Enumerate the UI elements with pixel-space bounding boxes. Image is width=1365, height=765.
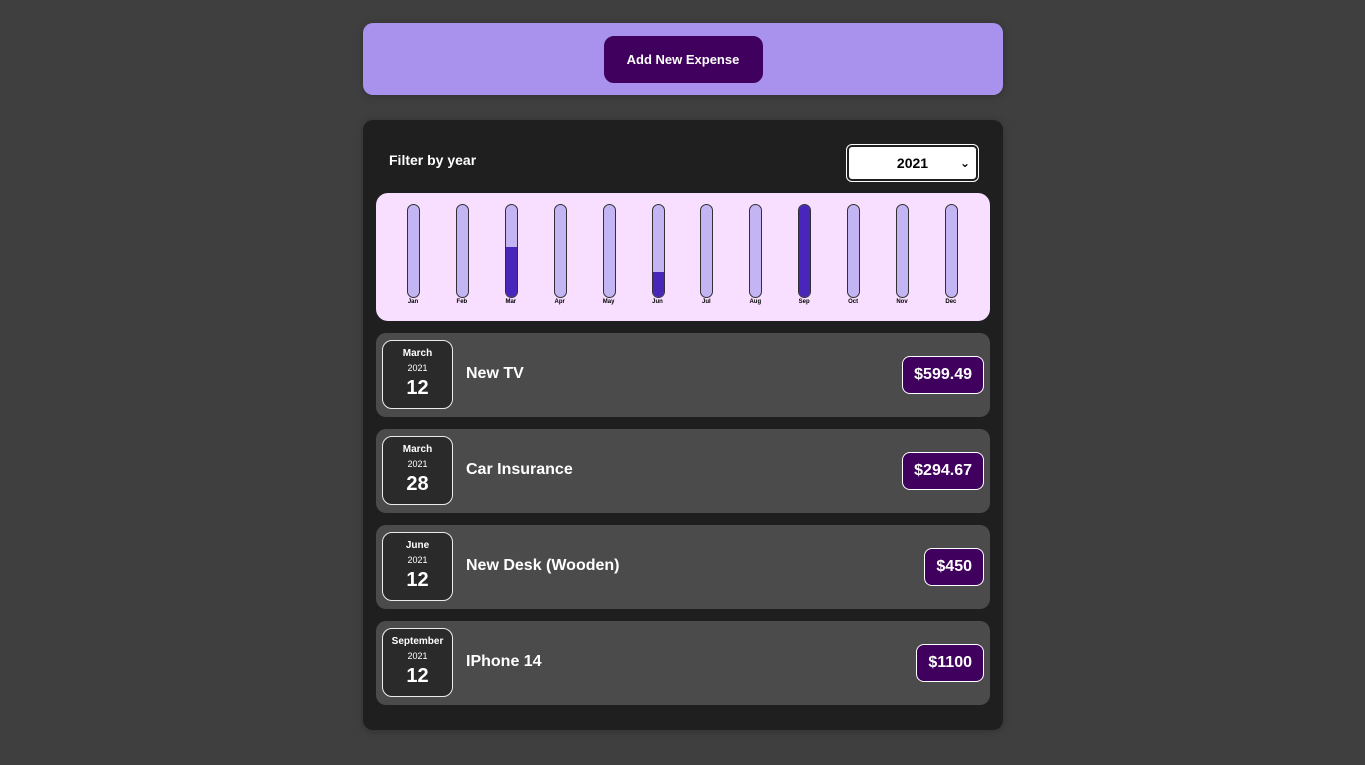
expense-date: September 2021 12: [382, 628, 453, 697]
chart-bar-may: May: [594, 204, 624, 312]
expense-price: $599.49: [902, 356, 984, 394]
expense-date-year: 2021: [407, 459, 428, 469]
chart-bar-nov: Nov: [887, 204, 917, 312]
chart-bar-label: Nov: [896, 299, 908, 305]
add-new-expense-button[interactable]: Add New Expense: [603, 35, 763, 83]
expense-item: March 2021 12 New TV $599.49: [376, 333, 990, 417]
chart-bar-track: [798, 204, 812, 298]
expense-title: IPhone 14: [466, 653, 542, 670]
chart-bar-label: Apr: [554, 299, 565, 305]
chart-bar-label: Feb: [456, 299, 468, 305]
expense-date-day: 12: [406, 665, 429, 687]
expense-date: March 2021 12: [382, 340, 453, 409]
chart-bar-track: [651, 204, 665, 298]
expense-date-day: 12: [406, 569, 429, 591]
chart-bar-mar: Mar: [496, 204, 526, 312]
expense-title: New Desk (Wooden): [466, 557, 620, 574]
expense-item: March 2021 28 Car Insurance $294.67: [376, 429, 990, 513]
chart-bar-track: [700, 204, 714, 298]
chart-bar-track: [602, 204, 616, 298]
expense-date: March 2021 28: [382, 436, 453, 505]
chevron-down-icon: ⌄: [959, 156, 970, 170]
chart-bar-label: Jan: [407, 299, 419, 305]
chart-bar-fill: [505, 247, 517, 297]
chart-bar-oct: Oct: [838, 204, 868, 312]
expense-date-day: 12: [406, 377, 429, 399]
chart-bar-label: May: [602, 299, 615, 305]
chart-bar-aug: Aug: [740, 204, 770, 312]
chart-bar-label: Aug: [749, 299, 762, 305]
expense-title: Car Insurance: [466, 461, 573, 478]
expense-date-day: 28: [406, 473, 429, 495]
expense-price: $294.67: [902, 452, 984, 490]
expense-date-year: 2021: [407, 651, 428, 661]
chart-bar-label: Jul: [702, 299, 711, 305]
chart-bar-track: [944, 204, 958, 298]
expense-date-year: 2021: [407, 363, 428, 373]
chart-bar-jan: Jan: [398, 204, 428, 312]
year-filter-select[interactable]: 2021 ⌄: [846, 144, 979, 182]
chart-bar-jun: Jun: [643, 204, 673, 312]
new-expense-panel: Add New Expense: [363, 23, 1003, 95]
expenses-chart: Jan Feb Mar Apr May Jun Jul Aug Sep Oct Nov Dec: [376, 193, 990, 321]
expense-date-month: June: [405, 540, 430, 551]
chart-bar-dec: Dec: [936, 204, 966, 312]
chart-bar-jul: Jul: [691, 204, 721, 312]
expense-date-year: 2021: [407, 555, 428, 565]
expense-item: June 2021 12 New Desk (Wooden) $450: [376, 525, 990, 609]
expense-date-month: September: [391, 636, 444, 647]
expense-price: $1100: [916, 644, 984, 682]
expense-title: New TV: [466, 365, 524, 382]
chart-bar-track: [504, 204, 518, 298]
chart-bar-track: [553, 204, 567, 298]
chart-bar-fill: [652, 272, 664, 297]
expenses-card: Filter by year 2021 ⌄ Jan Feb Mar Apr May Jun…: [363, 120, 1003, 730]
chart-bar-label: Dec: [945, 299, 957, 305]
chart-bar-label: Oct: [848, 299, 859, 305]
chart-bar-fill: [799, 205, 811, 297]
chart-bar-track: [407, 204, 420, 298]
expense-item: September 2021 12 IPhone 14 $1100: [376, 621, 990, 705]
filter-label: Filter by year: [389, 152, 477, 168]
expense-date-month: March: [402, 444, 433, 455]
chart-bar-track: [896, 204, 909, 298]
chart-bar-label: Sep: [798, 299, 810, 305]
chart-bar-track: [847, 204, 861, 298]
expense-date: June 2021 12: [382, 532, 453, 601]
chart-bar-feb: Feb: [447, 204, 477, 312]
chart-bar-sep: Sep: [789, 204, 819, 312]
expense-date-month: March: [402, 348, 433, 359]
expense-price: $450: [924, 548, 984, 586]
chart-bar-track: [455, 204, 469, 298]
chart-bar-label: Mar: [505, 299, 517, 305]
chart-bar-label: Jun: [652, 299, 663, 305]
selected-year: 2021: [896, 155, 929, 171]
chart-bar-track: [749, 204, 763, 298]
chart-bar-apr: Apr: [545, 204, 575, 312]
